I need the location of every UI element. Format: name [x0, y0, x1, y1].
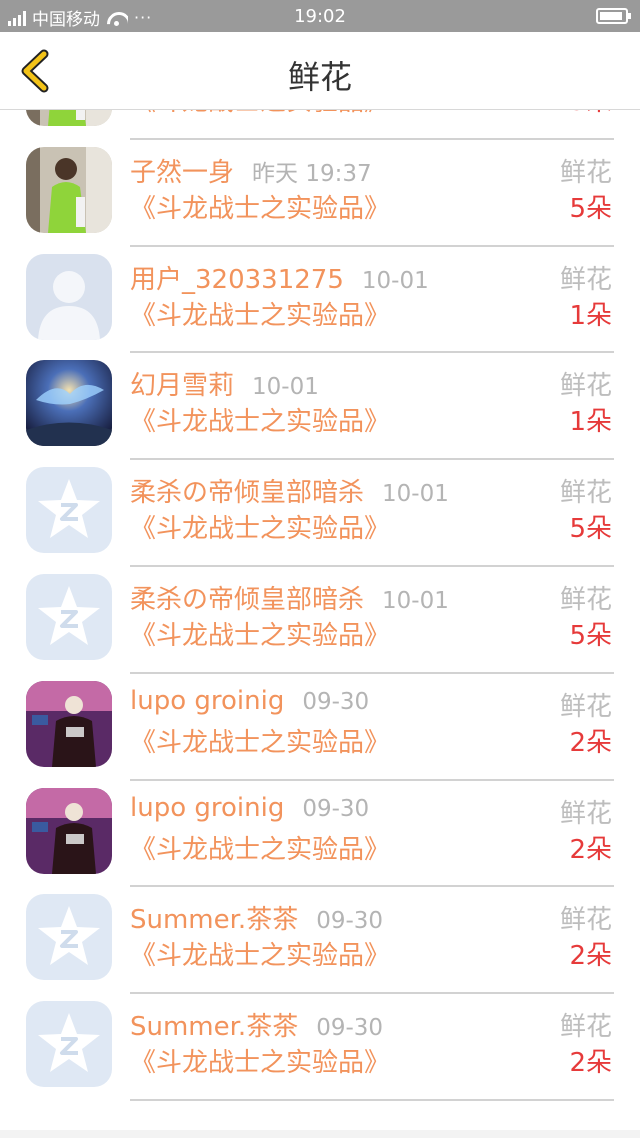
book-title[interactable]: 《斗龙战士之实验品》 — [130, 935, 390, 972]
photo-avatar-icon — [26, 146, 112, 233]
list-item[interactable]: Summer.茶茶 09-30 《斗龙战士之实验品》 鲜花 2朵 — [0, 994, 640, 1101]
gift-count: 5朵 — [569, 620, 612, 651]
book-title[interactable]: 《斗龙战士之实验品》 — [130, 401, 390, 438]
photo-avatar-icon — [26, 787, 112, 874]
gift-count: 1朵 — [569, 300, 612, 331]
time-stamp: 10-01 — [382, 481, 449, 508]
gift-type: 鲜花 — [559, 264, 612, 295]
battery-level — [600, 12, 622, 20]
gift-type: 鲜花 — [559, 478, 612, 509]
user-name-line: 柔杀の帝倾皇部暗杀 10-01 — [130, 579, 449, 616]
time-stamp: 10-01 — [382, 587, 449, 614]
user-name-line: 柔杀の帝倾皇部暗杀 10-01 — [130, 472, 449, 509]
list-item[interactable]: 柔杀の帝倾皇部暗杀 10-01 《斗龙战士之实验品》 鲜花 5朵 — [0, 460, 640, 567]
avatar[interactable] — [26, 110, 112, 126]
gift-count: 5朵 — [569, 110, 612, 118]
user-name[interactable]: 幻月雪莉 — [130, 371, 234, 401]
time-stamp: 09-30 — [302, 688, 370, 715]
list-item[interactable]: 子然一身昨天 19:37《斗龙战士之实验品》 鲜花 5朵 — [0, 140, 640, 247]
avatar[interactable] — [26, 894, 112, 981]
photo-avatar-icon — [26, 360, 112, 447]
gift-type: 鲜花 — [559, 905, 612, 936]
status-time: 19:02 — [294, 6, 346, 27]
avatar[interactable] — [26, 253, 112, 340]
gift-count: 2朵 — [569, 834, 612, 865]
book-title[interactable]: 《斗龙战士之实验品》 — [130, 188, 390, 225]
gift-type: 鲜花 — [559, 691, 612, 722]
gift-count: 5朵 — [569, 193, 612, 224]
book-title[interactable]: 《斗龙战士之实验品》 — [130, 295, 390, 332]
avatar[interactable] — [26, 146, 112, 233]
list-item[interactable]: Summer.茶茶 09-30 《斗龙战士之实验品》 鲜花 2朵 — [0, 887, 640, 995]
book-title[interactable]: 《斗龙战士之实验品》 — [130, 110, 390, 118]
user-name-line: 子然一身 昨天 19:37 — [130, 152, 372, 189]
user-name-line: lupo groinig 09-30 — [130, 686, 369, 716]
gift-count: 2朵 — [569, 727, 612, 758]
row-divider — [130, 1098, 614, 1101]
gift-type: 鲜花 — [559, 157, 612, 188]
avatar[interactable] — [26, 680, 112, 767]
gift-count: 1朵 — [569, 407, 612, 438]
star-avatar-icon — [26, 1001, 112, 1088]
gift-type: 鲜花 — [559, 371, 612, 402]
book-title[interactable]: 《斗龙战士之实验品》 — [130, 829, 390, 866]
list-item[interactable]: 柔杀の帝倾皇部暗杀 10-01 《斗龙战士之实验品》 鲜花 5朵 — [0, 567, 640, 674]
user-name[interactable]: Summer.茶茶 — [130, 1012, 298, 1042]
user-name[interactable]: lupo groinig — [130, 793, 284, 823]
user-name-line: lupo groinig 09-30 — [130, 793, 369, 823]
user-name[interactable]: 柔杀の帝倾皇部暗杀 — [130, 585, 364, 615]
time-stamp: 10-01 — [252, 374, 319, 401]
list-item[interactable]: 幻月雪莉 10-01 《斗龙战士之实验品》 鲜花 1朵 — [0, 353, 640, 461]
gift-count: 2朵 — [569, 1048, 612, 1079]
book-title[interactable]: 《斗龙战士之实验品》 — [130, 615, 390, 652]
user-name[interactable]: 用户_320331275 — [130, 265, 344, 295]
list-item[interactable]: lupo groinig 09-30 《斗龙战士之实验品》 鲜花 2朵 — [0, 781, 640, 888]
user-name-line: 用户_320331275 10-01 — [130, 259, 429, 296]
avatar[interactable] — [26, 467, 112, 554]
time-stamp: 09-30 — [316, 1015, 384, 1042]
flower-gift-list[interactable]: 子然一身昨天 19:37《斗龙战士之实验品》鲜花5朵子然一身昨天 19:37《斗… — [0, 110, 640, 1138]
gift-count: 5朵 — [569, 514, 612, 545]
list-item[interactable]: lupo groinig 09-30 《斗龙战士之实验品》 鲜花 2朵 — [0, 674, 640, 781]
time-stamp: 09-30 — [302, 795, 370, 822]
star-avatar-icon — [26, 894, 112, 981]
user-name[interactable]: 子然一身 — [130, 158, 234, 188]
battery-icon — [596, 8, 631, 24]
bottom-edge — [0, 1130, 640, 1138]
book-title[interactable]: 《斗龙战士之实验品》 — [130, 1042, 390, 1079]
time-stamp: 昨天 19:37 — [252, 160, 372, 187]
avatar[interactable] — [26, 360, 112, 447]
gift-type: 鲜花 — [559, 584, 612, 615]
gift-type: 鲜花 — [559, 1012, 612, 1043]
user-name-line: Summer.茶茶 09-30 — [130, 1006, 383, 1043]
gift-count: 2朵 — [569, 941, 612, 972]
user-name[interactable]: Summer.茶茶 — [130, 905, 298, 935]
header: 鲜花 — [0, 32, 640, 110]
avatar[interactable] — [26, 1001, 112, 1088]
list-item[interactable]: 用户_320331275 10-01 《斗龙战士之实验品》 鲜花 1朵 — [0, 247, 640, 354]
time-stamp: 09-30 — [316, 908, 384, 935]
star-avatar-icon — [26, 573, 112, 660]
user-name[interactable]: 柔杀の帝倾皇部暗杀 — [130, 478, 364, 508]
user-name[interactable]: lupo groinig — [130, 686, 284, 716]
book-title[interactable]: 《斗龙战士之实验品》 — [130, 508, 390, 545]
avatar[interactable] — [26, 787, 112, 874]
star-avatar-icon — [26, 467, 112, 554]
default-avatar-icon — [26, 253, 112, 340]
page-title: 鲜花 — [287, 58, 352, 96]
list-content: 子然一身昨天 19:37《斗龙战士之实验品》鲜花5朵子然一身昨天 19:37《斗… — [0, 110, 640, 1101]
gift-type: 鲜花 — [559, 798, 612, 829]
status-bar: 中国移动 ··· 19:02 — [0, 0, 640, 32]
photo-avatar-icon — [26, 680, 112, 767]
photo-avatar-icon — [26, 110, 112, 126]
book-title[interactable]: 《斗龙战士之实验品》 — [130, 722, 390, 759]
user-name-line: Summer.茶茶 09-30 — [130, 899, 383, 936]
avatar[interactable] — [26, 573, 112, 660]
time-stamp: 10-01 — [361, 267, 429, 294]
user-name-line: 幻月雪莉 10-01 — [130, 365, 319, 402]
list-item[interactable]: 子然一身昨天 19:37《斗龙战士之实验品》鲜花5朵 — [0, 110, 640, 140]
